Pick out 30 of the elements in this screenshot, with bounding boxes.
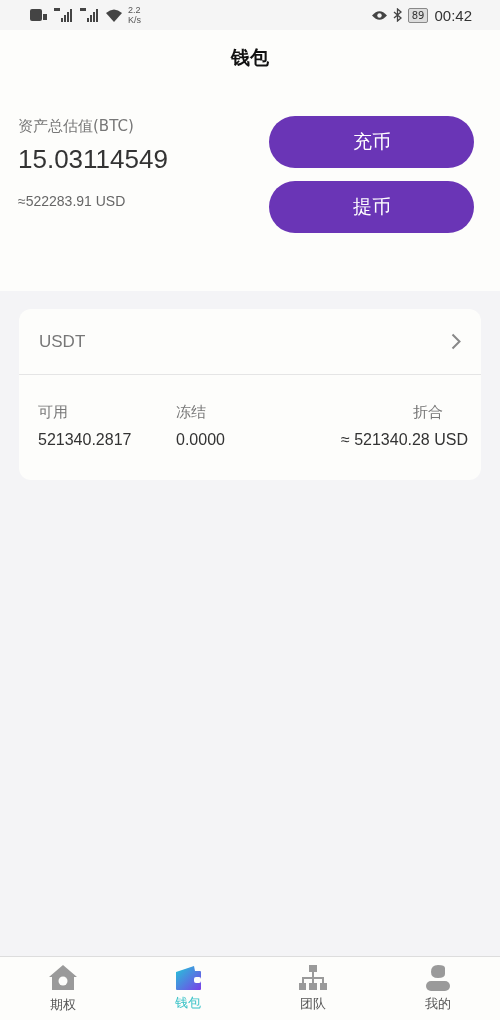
total-assets-label: 资产总估值(BTC)	[18, 117, 135, 136]
org-chart-icon	[297, 964, 328, 992]
wallet-icon	[173, 965, 202, 991]
chevron-right-icon[interactable]	[451, 333, 461, 350]
asset-name: USDT	[39, 331, 86, 352]
network-speed-unit: K/s	[128, 15, 141, 25]
wifi-icon	[106, 8, 122, 22]
page-title: 钱包	[231, 45, 269, 70]
signal-icon	[54, 8, 74, 22]
usd-equivalent: ≈522283.91 USD	[18, 193, 127, 209]
tab-bar-item[interactable]: 期权	[0, 957, 125, 1020]
column-value: 0.0000	[176, 431, 226, 449]
column-value: 521340.2817	[38, 431, 133, 449]
total-assets-value: 15.03114549	[18, 144, 168, 175]
deposit-button[interactable]: 充币	[269, 116, 474, 168]
column-value: ≈ 521340.28 USD	[340, 431, 468, 449]
column-label: 可用	[38, 403, 69, 422]
tab-bar-item[interactable]: 我的	[375, 957, 500, 1020]
withdraw-button[interactable]: 提币	[269, 181, 474, 233]
person-icon	[424, 964, 451, 992]
house-icon	[47, 963, 78, 993]
bluetooth-icon	[392, 8, 402, 22]
clock: 00:42	[434, 6, 472, 24]
network-speed: 2.2	[128, 5, 141, 15]
column-label: 冻结	[176, 403, 207, 422]
column-label: 折合	[413, 403, 443, 422]
tab-bar-item[interactable]: 团队	[250, 957, 375, 1020]
eye-icon	[371, 9, 387, 21]
signal-icon	[80, 8, 100, 22]
battery-level: 89	[407, 7, 429, 23]
